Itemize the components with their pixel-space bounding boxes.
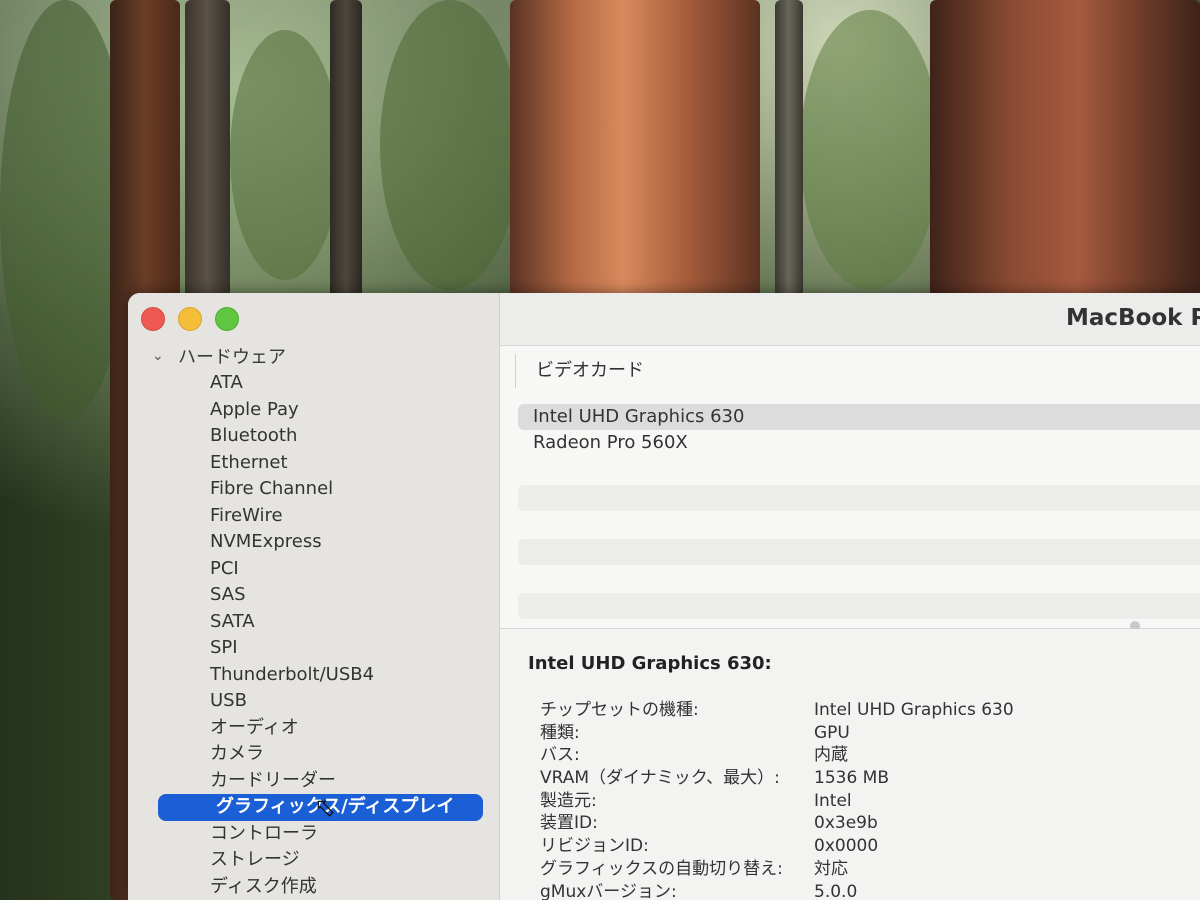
sidebar-item[interactable]: オーディオ — [128, 715, 499, 742]
sidebar-item[interactable]: FireWire — [128, 503, 499, 530]
property-key: 種類: — [540, 722, 580, 743]
property-key: VRAM（ダイナミック、最大）: — [540, 768, 780, 789]
minimize-button[interactable] — [178, 307, 202, 331]
property-value: 内蔵 — [814, 745, 848, 766]
property-key: gMuxバージョン: — [540, 881, 677, 900]
sidebar-section-label: ハードウェア — [178, 347, 286, 368]
sidebar-item[interactable]: コントローラ — [128, 821, 499, 848]
window-title: MacBook P — [1066, 305, 1200, 331]
empty-row-stripe — [518, 539, 1200, 565]
sidebar-item[interactable]: カメラ — [128, 741, 499, 768]
sidebar-item[interactable]: PCI — [128, 556, 499, 583]
sidebar: ⌄ ハードウェア ATA Apple Pay Bluetooth Ethernet Fi… — [128, 293, 500, 900]
tree-trunk — [930, 0, 1200, 300]
property-row: 装置ID: 0x3e9b — [540, 812, 1200, 835]
property-row: VRAM（ダイナミック、最大）: 1536 MB — [540, 767, 1200, 790]
sidebar-item[interactable]: Fibre Channel — [128, 476, 499, 503]
property-row: リビジョンID: 0x0000 — [540, 835, 1200, 858]
chevron-down-icon[interactable]: ⌄ — [152, 348, 170, 364]
property-row: グラフィックスの自動切り替え: 対応 — [540, 858, 1200, 881]
foliage — [380, 0, 520, 290]
property-value: Intel — [814, 790, 852, 811]
sidebar-item[interactable]: ATA — [128, 370, 499, 397]
property-value: 5.0.0 — [814, 881, 858, 900]
property-row: 製造元: Intel — [540, 790, 1200, 813]
mouse-pointer-icon: ⬁ — [314, 793, 336, 823]
system-information-window: ⌄ ハードウェア ATA Apple Pay Bluetooth Ethernet Fi… — [128, 293, 1200, 900]
sidebar-section-hardware[interactable]: ⌄ ハードウェア — [152, 343, 286, 369]
column-header[interactable]: ビデオカード — [515, 354, 644, 388]
video-card-table: ビデオカード Intel UHD Graphics 630 Radeon Pro… — [500, 346, 1200, 629]
sidebar-item[interactable]: カードリーダー — [128, 768, 499, 795]
tree-trunk — [330, 0, 362, 300]
sidebar-item[interactable]: Ethernet — [128, 450, 499, 477]
table-row-label: Intel UHD Graphics 630 — [533, 406, 745, 427]
property-value: 0x3e9b — [814, 813, 878, 834]
foliage — [230, 30, 340, 280]
main-panel: MacBook P ビデオカード Intel UHD Graphics 630 … — [500, 293, 1200, 900]
sidebar-item[interactable]: SAS — [128, 582, 499, 609]
table-row-label: Radeon Pro 560X — [533, 432, 688, 453]
table-row[interactable]: Radeon Pro 560X — [518, 430, 1200, 456]
sidebar-item[interactable]: ストレージ — [128, 847, 499, 874]
close-button[interactable] — [141, 307, 165, 331]
tree-trunk — [510, 0, 760, 300]
property-value: GPU — [814, 722, 850, 743]
sidebar-item[interactable]: SPI — [128, 635, 499, 662]
foliage — [800, 10, 940, 290]
property-key: 装置ID: — [540, 813, 598, 834]
empty-row-stripe — [518, 485, 1200, 511]
property-row: バス: 内蔵 — [540, 744, 1200, 767]
title-bar: MacBook P — [500, 293, 1200, 346]
sidebar-item[interactable]: SATA — [128, 609, 499, 636]
property-value: 0x0000 — [814, 836, 879, 857]
sidebar-item[interactable]: ディスク作成 — [128, 874, 499, 900]
property-value: Intel UHD Graphics 630 — [814, 700, 1014, 720]
property-key: 製造元: — [540, 790, 597, 811]
property-row: チップセットの機種: Intel UHD Graphics 630 — [540, 699, 1200, 722]
property-key: チップセットの機種: — [540, 700, 699, 720]
tree-trunk — [185, 0, 230, 300]
tree-trunk — [775, 0, 803, 300]
property-key: グラフィックスの自動切り替え: — [540, 858, 783, 879]
empty-row-stripe — [518, 593, 1200, 619]
detail-title: Intel UHD Graphics 630: — [528, 653, 772, 674]
property-row: gMuxバージョン: 5.0.0 — [540, 881, 1200, 900]
sidebar-item[interactable]: Thunderbolt/USB4 — [128, 662, 499, 689]
property-value: 1536 MB — [814, 768, 889, 789]
property-row: 種類: GPU — [540, 722, 1200, 745]
property-key: リビジョンID: — [540, 836, 649, 857]
property-list: チップセットの機種: Intel UHD Graphics 630 種類: GPU バス… — [540, 699, 1200, 900]
property-value: 対応 — [814, 858, 848, 879]
sidebar-item[interactable]: Apple Pay — [128, 397, 499, 424]
property-key: バス: — [540, 745, 580, 766]
sidebar-item[interactable]: USB — [128, 688, 499, 715]
sidebar-item[interactable]: Bluetooth — [128, 423, 499, 450]
zoom-button[interactable] — [215, 307, 239, 331]
table-row[interactable]: Intel UHD Graphics 630 — [518, 404, 1200, 430]
sidebar-item[interactable]: NVMExpress — [128, 529, 499, 556]
detail-pane: Intel UHD Graphics 630: チップセットの機種: Intel … — [500, 629, 1200, 900]
